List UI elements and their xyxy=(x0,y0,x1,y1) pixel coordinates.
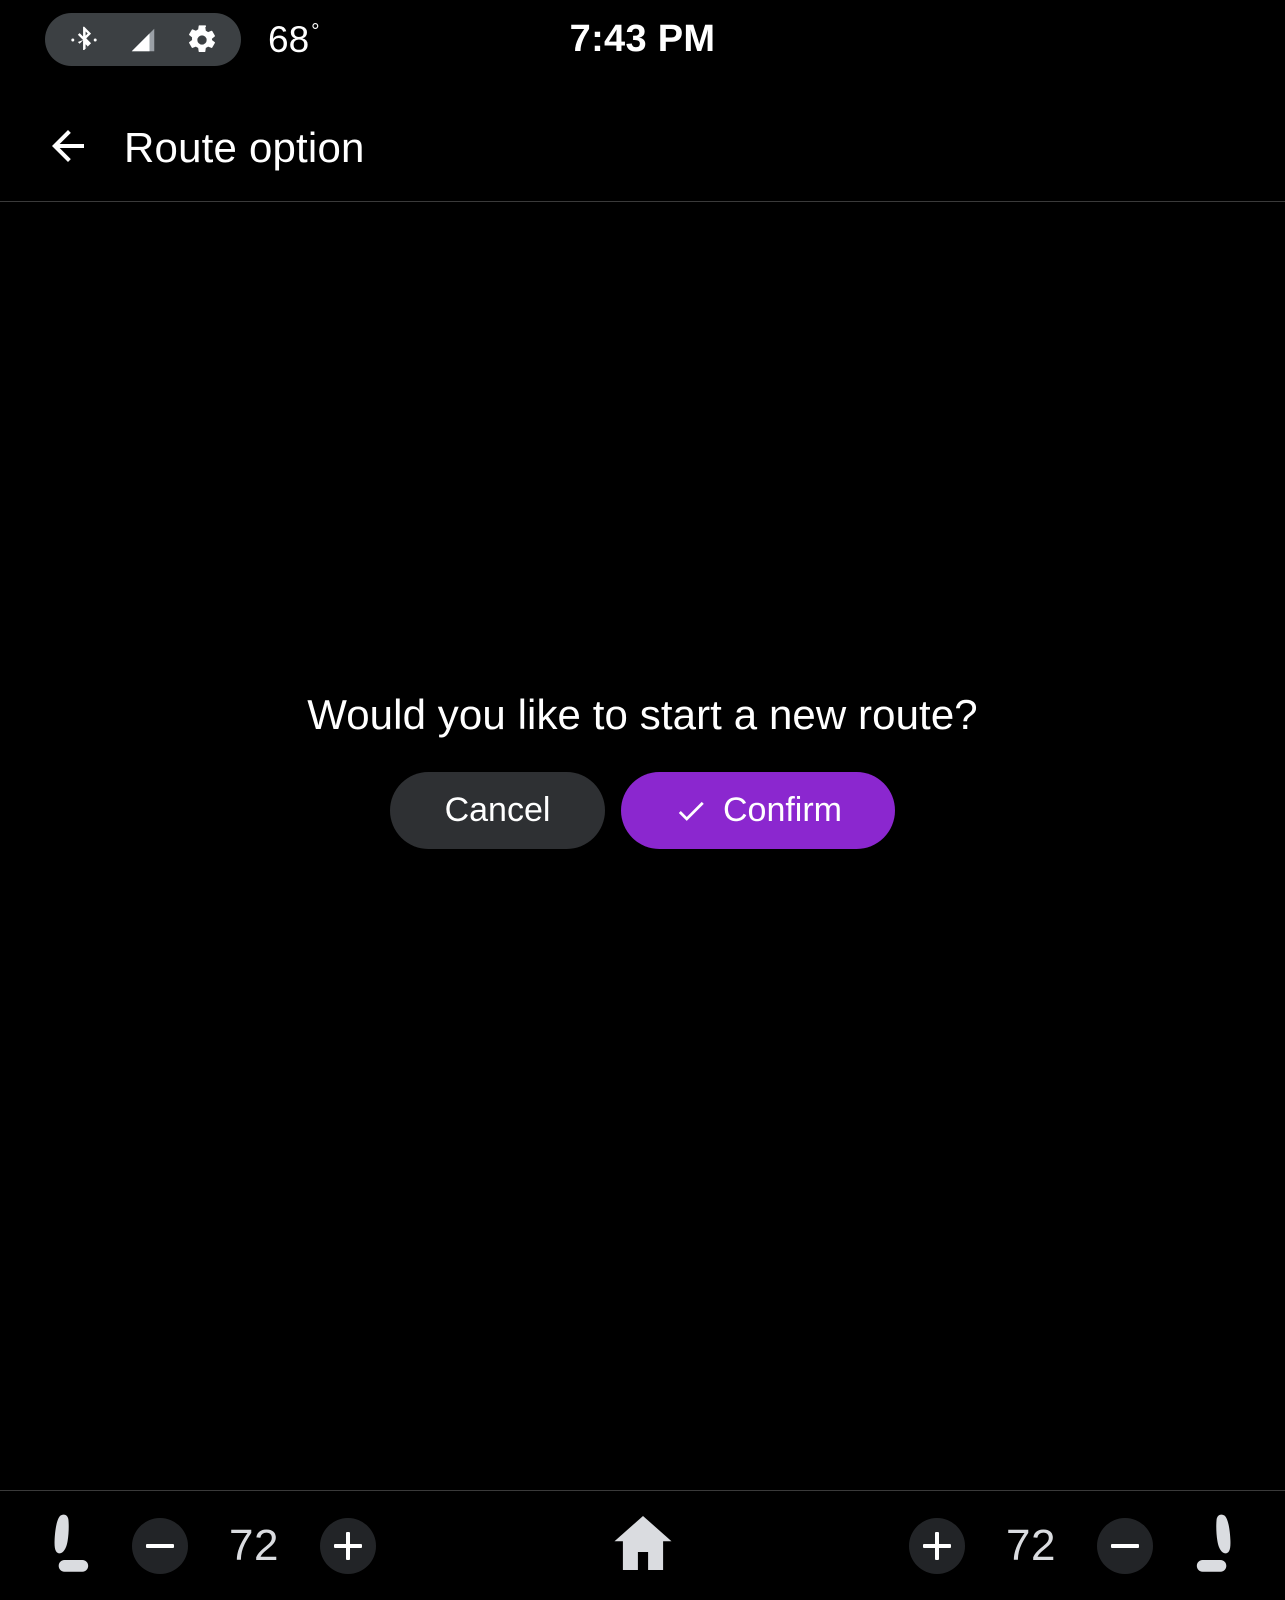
minus-icon xyxy=(1111,1543,1139,1548)
passenger-temp-decrease-button[interactable] xyxy=(1097,1517,1153,1574)
passenger-temp-increase-button[interactable] xyxy=(909,1517,965,1574)
plus-icon xyxy=(334,1531,362,1560)
driver-temp-decrease-button[interactable] xyxy=(132,1517,188,1574)
climate-controls-passenger: 72 xyxy=(909,1491,1247,1600)
confirm-button[interactable]: Confirm xyxy=(621,772,895,849)
clock-label: 7:43 PM xyxy=(569,18,716,60)
minus-icon xyxy=(146,1543,174,1548)
passenger-temperature-value: 72 xyxy=(1006,1520,1056,1570)
new-route-dialog: Would you like to start a new route? Can… xyxy=(0,691,1285,849)
status-bar-clock: 7:43 PM xyxy=(0,13,1285,66)
driver-temp-increase-button[interactable] xyxy=(320,1517,376,1574)
climate-bar: 72 72 xyxy=(0,1490,1285,1600)
car-infotainment-screen: 68 ° 7:43 PM Route option Would you like … xyxy=(0,0,1285,1600)
back-button[interactable] xyxy=(31,111,105,185)
plus-icon xyxy=(923,1531,951,1560)
app-bar: Route option xyxy=(0,95,1285,202)
dialog-actions: Cancel Confirm xyxy=(390,772,895,849)
cancel-button[interactable]: Cancel xyxy=(390,772,605,849)
dialog-message: Would you like to start a new route? xyxy=(307,691,978,738)
cancel-button-label: Cancel xyxy=(444,791,551,829)
climate-controls-driver: 72 xyxy=(38,1491,376,1600)
home-button[interactable] xyxy=(601,1504,685,1588)
passenger-seat-icon[interactable] xyxy=(1183,1508,1247,1584)
check-icon xyxy=(674,794,708,828)
status-bar: 68 ° 7:43 PM xyxy=(0,0,1285,95)
driver-seat-icon[interactable] xyxy=(38,1508,102,1584)
arrow-left-icon xyxy=(44,122,92,175)
confirm-button-label: Confirm xyxy=(722,791,843,829)
home-icon xyxy=(607,1507,679,1584)
page-title: Route option xyxy=(124,124,365,171)
driver-temperature-value: 72 xyxy=(229,1520,279,1570)
main-content: Would you like to start a new route? Can… xyxy=(0,202,1285,1490)
